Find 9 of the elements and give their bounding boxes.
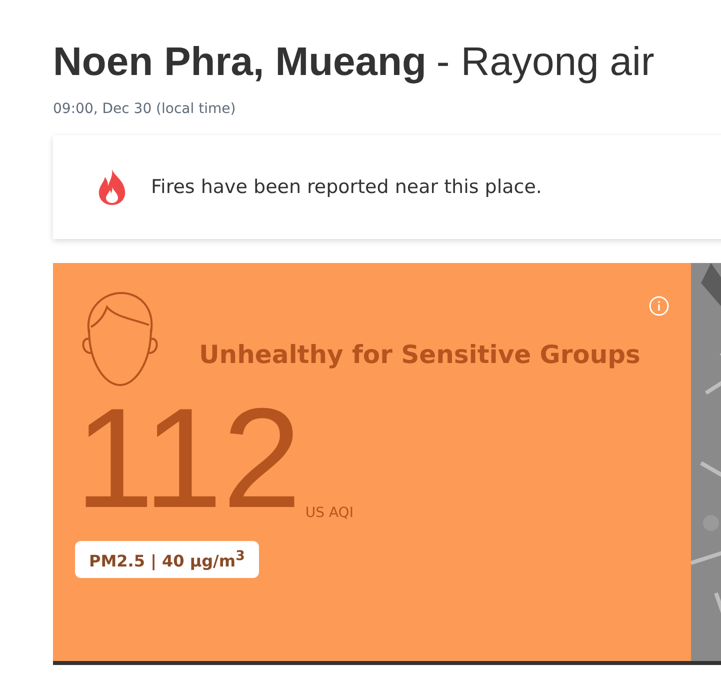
page-subtitle: - Rayong air	[436, 40, 654, 85]
timestamp: 09:00, Dec 30 (local time)	[53, 101, 236, 117]
pollutant-badge: PM2.5 | 40 µg/m$^{3}$	[75, 541, 259, 578]
aqi-value: 112	[75, 395, 302, 523]
info-icon[interactable]	[649, 296, 669, 316]
page-title: Noen Phra, Mueang	[53, 40, 426, 85]
aqi-unit: US AQI	[305, 505, 354, 521]
alert-text: Fires have been reported near this place.	[151, 176, 542, 198]
aqi-status: Unhealthy for Sensitive Groups	[199, 340, 640, 368]
